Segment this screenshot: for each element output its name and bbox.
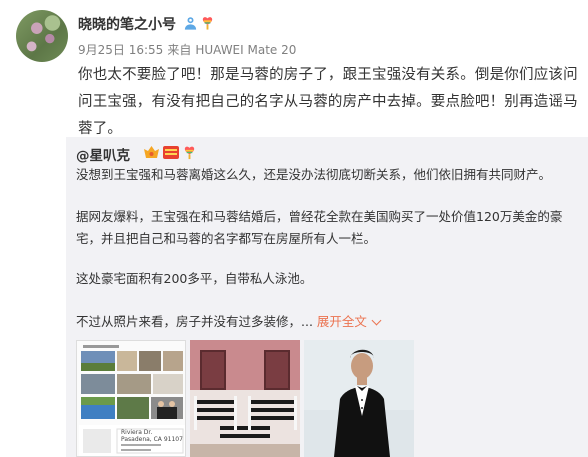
username[interactable]: 晓晓的笔之小号 [78,14,176,34]
rainbow-heart-icon [184,146,195,160]
man-in-tuxedo-image[interactable] [304,340,414,457]
repost-paragraph-4-text: 不过从照片来看，房子并没有过多装修， [76,314,302,329]
vip-badge-icon [144,146,159,158]
listing-city: Pasadena, CA 91107 [121,436,183,443]
post-date[interactable]: 9月25日 16:55 [78,43,163,57]
repost-paragraph-4: 不过从照片来看，房子并没有过多装修，... 展开全文 [76,311,581,333]
repost-card[interactable]: @星叭克 没想到王宝强和马蓉离婚这么久，还是没办法彻底切断关系，他们依旧拥有共同… [66,137,588,457]
user-badge-icon [184,17,197,30]
expand-full-text-link[interactable]: 展开全文 [316,314,382,329]
chevron-down-icon [371,315,382,326]
emblem-badge-icon [163,146,179,159]
avatar[interactable] [16,10,68,62]
listing-street: Riviera Dr. [121,429,153,436]
rainbow-heart-icon [202,17,213,30]
repost-paragraph-1: 没想到王宝强和马蓉离婚这么久，还是没办法彻底切断关系，他们依旧拥有共同财产。 [76,167,552,182]
expand-label: 展开全文 [316,314,367,329]
nursery-room-image[interactable] [190,340,300,457]
source-prefix: 来自 [167,43,192,57]
post-meta: 9月25日 16:55 来自 HUAWEI Mate 20 [78,41,300,58]
post-text: 你也太不要脸了吧！那是马蓉的房子了，跟王宝强没有关系。倒是你们应该问问王宝强，有… [78,67,578,137]
house-listing-image[interactable]: Riviera Dr. Pasadena, CA 91107 [76,340,186,457]
repost-paragraph-2: 据网友爆料，王宝强在和马蓉结婚后，曾经花全款在美国购买了一处价值120万美金的豪… [76,209,563,246]
ellipsis: ... [301,314,313,329]
repost-author[interactable]: @星叭克 [76,144,130,164]
repost-paragraph-3: 这处豪宅面积有200多平，自带私人泳池。 [76,271,313,286]
device-source[interactable]: HUAWEI Mate 20 [195,43,296,57]
